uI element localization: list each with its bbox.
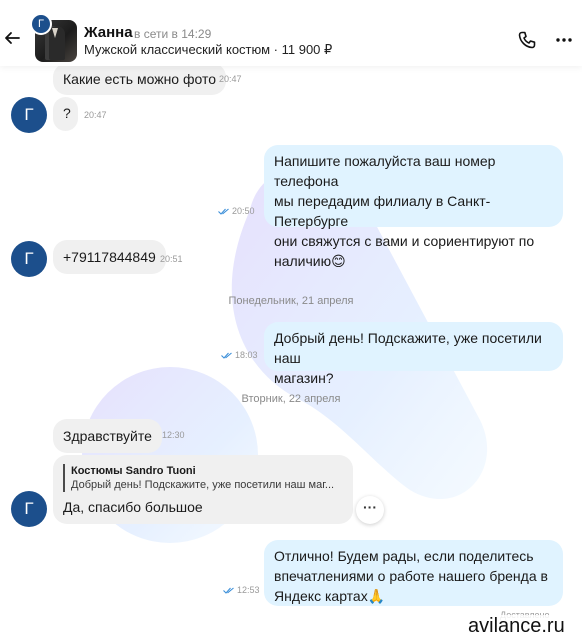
online-status: в сети в 14:29 [134, 27, 212, 41]
message-text: +79117844849 [63, 249, 156, 265]
message-bubble: Напишите пожалуйста ваш номер телефона м… [264, 145, 563, 269]
message-line: впечатлениями о работе нашего бренда в [274, 568, 548, 584]
chat-header: Г Жанна в сети в 14:29 Мужской классичес… [0, 0, 582, 66]
message-time: 18:03 [235, 350, 258, 360]
site-watermark: avilance.ru [468, 615, 565, 638]
message-line: Добрый день! Подскажите, уже посетили на… [274, 330, 542, 366]
message-text: Здравствуйте [63, 428, 152, 444]
more-options-icon[interactable] [555, 37, 573, 43]
message-bubble: +79117844849 [53, 240, 166, 274]
message-time: 20:51 [160, 254, 183, 264]
message-text: Да, спасибо большое [63, 499, 203, 515]
message-line: мы передадим филиалу в Санкт-Петербурге [274, 193, 491, 229]
date-separator: Понедельник, 21 апреля [228, 295, 354, 307]
contact-name[interactable]: Жанна [84, 24, 133, 41]
message-line: Яндекс картах🙏 [274, 588, 386, 604]
phone-icon[interactable] [518, 31, 536, 49]
message-time: 20:47 [84, 110, 107, 120]
message-time: 20:50 [232, 206, 255, 216]
message-time: 12:30 [162, 430, 185, 440]
sender-avatar[interactable]: Г [11, 241, 47, 277]
date-separator: Вторник, 22 апреля [241, 393, 341, 405]
message-text: ? [63, 105, 71, 121]
message-line: Отлично! Будем рады, если поделитесь [274, 548, 534, 564]
message-bubble: Отлично! Будем рады, если поделитесь впе… [264, 540, 563, 606]
quoted-message[interactable]: Костюмы Sandro Tuoni Добрый день! Подска… [63, 464, 343, 492]
back-arrow-icon[interactable] [4, 30, 20, 46]
message-time: 12:53 [237, 585, 260, 595]
message-line: наличию😊 [274, 253, 346, 269]
sender-avatar[interactable]: Г [11, 97, 47, 133]
reply-message-bubble: Костюмы Sandro Tuoni Добрый день! Подска… [53, 455, 353, 524]
sender-avatar[interactable]: Г [11, 491, 47, 527]
chat-area: Какие есть можно фото 20:47 Г ? 20:47 На… [0, 0, 582, 641]
quoted-author: Костюмы Sandro Tuoni [71, 465, 196, 477]
message-bubble: Здравствуйте [53, 419, 162, 453]
message-line: Напишите пожалуйста ваш номер телефона [274, 153, 496, 189]
read-checkmarks-icon [223, 587, 234, 594]
message-line: они свяжутся с вами и сориентируют по [274, 233, 535, 249]
message-menu-button[interactable]: ··· [356, 496, 384, 524]
message-time: 20:47 [219, 74, 242, 84]
read-checkmarks-icon [221, 352, 232, 359]
message-bubble: ? [53, 97, 78, 131]
message-text: Какие есть можно фото [63, 71, 217, 87]
quoted-text: Добрый день! Подскажите, уже посетили на… [71, 479, 335, 491]
message-bubble: Какие есть можно фото [53, 63, 227, 95]
message-line: магазин? [274, 370, 334, 386]
message-bubble: Добрый день! Подскажите, уже посетили на… [264, 322, 563, 386]
listing-title[interactable]: Мужской классический костюм · 11 900 ₽ [84, 42, 332, 58]
read-checkmarks-icon [218, 208, 229, 215]
contact-avatar: Г [30, 13, 52, 35]
